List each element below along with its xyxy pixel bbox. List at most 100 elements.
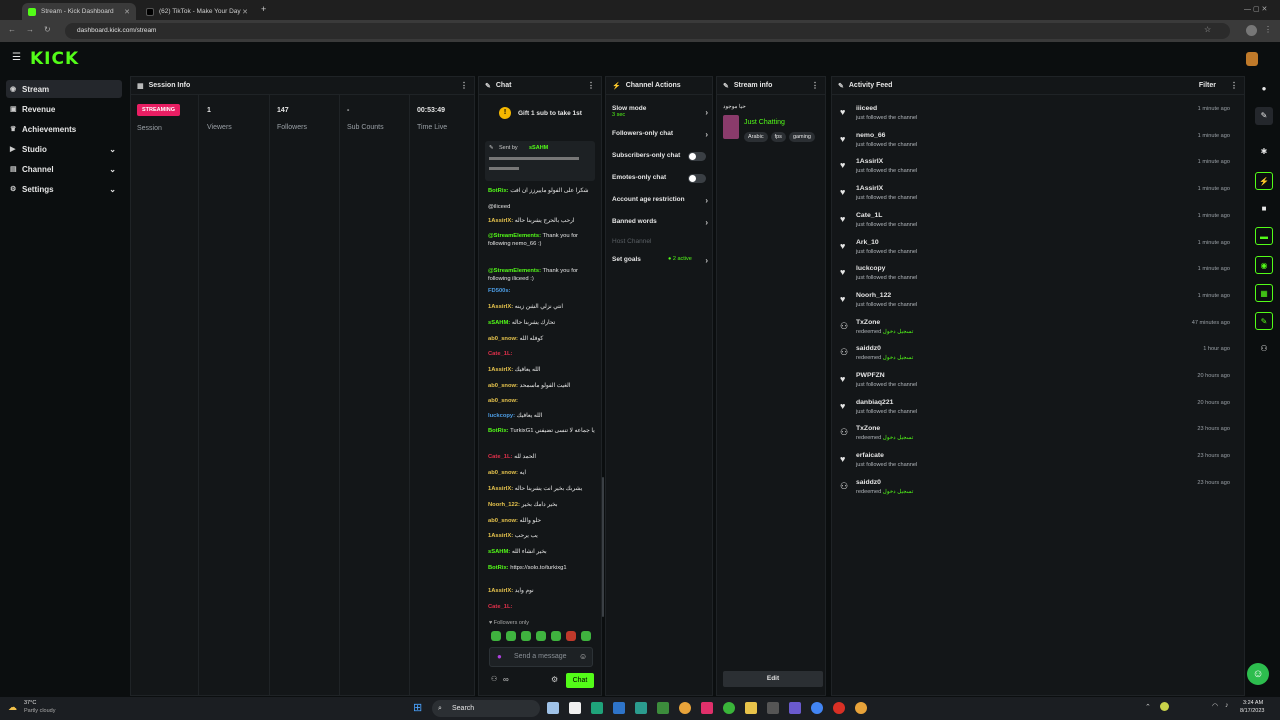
emote[interactable] bbox=[536, 631, 546, 641]
activity-item[interactable]: ⚇ TxZone redeemed تسجيل دخول 23 hours ago bbox=[836, 425, 1236, 451]
info-icon[interactable]: ● bbox=[1255, 80, 1273, 98]
chat-username[interactable]: BotRix: bbox=[488, 428, 509, 434]
activity-username[interactable]: nemo_66 bbox=[856, 132, 885, 139]
activity-username[interactable]: erfaicate bbox=[856, 452, 884, 459]
chat-message[interactable]: Cate_1L: bbox=[488, 603, 598, 611]
sidebar-item-settings[interactable]: ⚙ Settings ⌄ bbox=[6, 180, 122, 198]
activity-item[interactable]: ⚇ TxZone redeemed تسجيل دخول 47 minutes ago bbox=[836, 319, 1236, 345]
lightning-icon[interactable]: ⚡ bbox=[1255, 172, 1273, 190]
kick-logo[interactable]: KICK bbox=[30, 49, 79, 69]
chat-username[interactable]: @StreamElements: bbox=[488, 233, 541, 239]
emote[interactable] bbox=[551, 631, 561, 641]
activity-username[interactable]: Ark_10 bbox=[856, 239, 879, 246]
activity-username[interactable]: danbiaq221 bbox=[856, 399, 893, 406]
minecraft-icon[interactable] bbox=[657, 702, 669, 714]
chat-scrollbar[interactable] bbox=[602, 477, 604, 617]
calendar-app-icon[interactable] bbox=[547, 702, 559, 714]
chat-message[interactable]: ab0_snow: حلو والله bbox=[488, 517, 598, 525]
activity-username[interactable]: PWPFZN bbox=[856, 372, 885, 379]
chat-message[interactable]: @iliceed bbox=[488, 203, 598, 211]
banned-words-row[interactable]: Banned words › bbox=[612, 218, 708, 227]
activity-username[interactable]: 1AssirIX bbox=[856, 185, 883, 192]
kebab-menu-icon[interactable]: ⋮ bbox=[587, 81, 595, 90]
clock-date[interactable]: 8/17/2023 bbox=[1240, 708, 1264, 714]
sidebar-item-studio[interactable]: ▶ Studio ⌄ bbox=[6, 140, 122, 158]
clock-time[interactable]: 3:24 AM bbox=[1243, 700, 1263, 706]
chat-username[interactable]: sSAHM: bbox=[488, 320, 510, 326]
wifi-icon[interactable]: ◠ bbox=[1212, 702, 1218, 710]
chat-username[interactable]: 1AssirIX: bbox=[488, 533, 513, 539]
activity-item[interactable]: ♥ erfaicate just followed the channel 23 ho… bbox=[836, 452, 1236, 478]
chat-message-input[interactable]: Send a message bbox=[489, 647, 593, 667]
emote[interactable] bbox=[566, 631, 576, 641]
pencil-icon[interactable]: ✎ bbox=[1255, 107, 1273, 125]
activity-username[interactable]: TxZone bbox=[856, 425, 880, 432]
chat-message[interactable]: sSAHM: بخير انشاء الله bbox=[488, 548, 598, 556]
close-icon[interactable]: ✕ bbox=[124, 8, 130, 16]
broadcast-icon[interactable]: ◉ bbox=[1255, 256, 1273, 274]
user-avatar[interactable] bbox=[1246, 52, 1258, 66]
chat-message[interactable]: Cate_1L: الحمد لله bbox=[488, 453, 598, 461]
chat-username[interactable]: sSAHM: bbox=[488, 549, 510, 555]
sidebar-item-revenue[interactable]: ▣ Revenue bbox=[6, 100, 122, 118]
app-icon[interactable] bbox=[635, 702, 647, 714]
users-icon[interactable]: ⚇ bbox=[491, 675, 497, 683]
chat-message[interactable]: ab0_snow: ايه bbox=[488, 469, 598, 477]
chat-message[interactable]: ab0_snow: الغيت الفولو ماسمحد bbox=[488, 382, 598, 390]
windows-start-icon[interactable]: ⊞ bbox=[413, 701, 422, 714]
chat-username[interactable]: 1AssirIX: bbox=[488, 486, 513, 492]
browser-menu-icon[interactable]: ⋮ bbox=[1264, 25, 1272, 34]
chat-username[interactable]: 1AssirIX: bbox=[488, 367, 513, 373]
record-icon[interactable]: ■ bbox=[1255, 200, 1273, 218]
close-icon[interactable]: ✕ bbox=[242, 8, 248, 16]
emotes-only-toggle[interactable] bbox=[688, 174, 706, 183]
chat-username[interactable]: Noorh_122: bbox=[488, 502, 520, 508]
chat-message[interactable]: BotRix: https://solo.to/turkixg1 bbox=[488, 564, 598, 572]
chat-message[interactable]: 1AssirIX: يشربك بخير انت يشربنا حاله bbox=[488, 485, 598, 493]
taskbar-search[interactable]: ⌕ Search bbox=[432, 700, 540, 717]
chat-username[interactable]: @StreamElements: bbox=[488, 268, 541, 274]
followers-only-row[interactable]: Followers-only chat › bbox=[612, 130, 708, 139]
chat-message[interactable]: Cate_1L: bbox=[488, 350, 598, 358]
chat-message[interactable]: 1AssirIX: ارحب بالحرج يشربنا حاله bbox=[488, 217, 598, 225]
chat-message[interactable]: FD500s: bbox=[488, 287, 598, 295]
tab-tiktok[interactable]: (62) TikTok - Make Your Day ✕ bbox=[140, 3, 254, 20]
activity-item[interactable]: ♥ Ark_10 just followed the channel 1 minute… bbox=[836, 239, 1236, 265]
chat-username[interactable]: ab0_snow: bbox=[488, 518, 518, 524]
volume-icon[interactable]: ♪ bbox=[1225, 702, 1229, 709]
infinity-icon[interactable]: ∞ bbox=[503, 675, 509, 684]
activity-username[interactable]: luckcopy bbox=[856, 265, 885, 272]
slow-mode-row[interactable]: Slow mode 3 sec › bbox=[612, 105, 708, 118]
activity-username[interactable]: Cate_1L bbox=[856, 212, 882, 219]
tray-chevron-up-icon[interactable]: ⌃ bbox=[1145, 703, 1151, 711]
forward-icon[interactable]: → bbox=[26, 25, 34, 34]
grid-icon[interactable]: ▦ bbox=[1255, 284, 1273, 302]
kebab-menu-icon[interactable]: ⋮ bbox=[811, 81, 819, 90]
users-icon[interactable]: ⚇ bbox=[1255, 340, 1273, 358]
subscribers-only-row[interactable]: Subscribers-only chat bbox=[612, 152, 708, 161]
chat-username[interactable]: ab0_snow: bbox=[488, 470, 518, 476]
set-goals-row[interactable]: Set goals ● 2 active › bbox=[612, 256, 708, 265]
pinned-message[interactable]: ✎ Sent by sSAHM bbox=[485, 141, 595, 181]
chat-bubble-icon[interactable]: ▬ bbox=[1255, 227, 1273, 245]
notepad-icon[interactable] bbox=[569, 702, 581, 714]
kebab-menu-icon[interactable]: ⋮ bbox=[460, 81, 468, 90]
bug-icon[interactable]: ✱ bbox=[1255, 143, 1273, 161]
sidebar-item-channel[interactable]: ▤ Channel ⌄ bbox=[6, 160, 122, 178]
chat-username[interactable]: Cate_1L: bbox=[488, 604, 512, 610]
chat-message[interactable]: luckcopy: الله يعافيك bbox=[488, 412, 598, 420]
xbox-icon[interactable] bbox=[591, 702, 603, 714]
kebab-menu-icon[interactable]: ⋮ bbox=[1230, 81, 1238, 90]
chat-message[interactable]: 1AssirIX: نوم وايد bbox=[488, 587, 598, 595]
chat-message[interactable]: Noorh_122: بخير دامك بخير bbox=[488, 501, 598, 509]
activity-item[interactable]: ♥ 1AssirIX just followed the channel 1 minu… bbox=[836, 185, 1236, 211]
activity-item[interactable]: ♥ Noorh_122 just followed the channel 1 min… bbox=[836, 292, 1236, 318]
chat-username[interactable]: BotRix: bbox=[488, 188, 509, 194]
microphone-icon[interactable]: ● bbox=[497, 652, 502, 661]
app-icon[interactable] bbox=[613, 702, 625, 714]
chat-username[interactable]: ab0_snow: bbox=[488, 398, 518, 404]
chat-message[interactable]: 1AssirIX: انتي نزلي الشن زينه bbox=[488, 303, 598, 311]
tab-kick-dashboard[interactable]: Stream - Kick Dashboard ✕ bbox=[22, 3, 136, 20]
chat-username[interactable]: Cate_1L: bbox=[488, 454, 512, 460]
hamburger-menu-icon[interactable]: ☰ bbox=[12, 52, 21, 63]
